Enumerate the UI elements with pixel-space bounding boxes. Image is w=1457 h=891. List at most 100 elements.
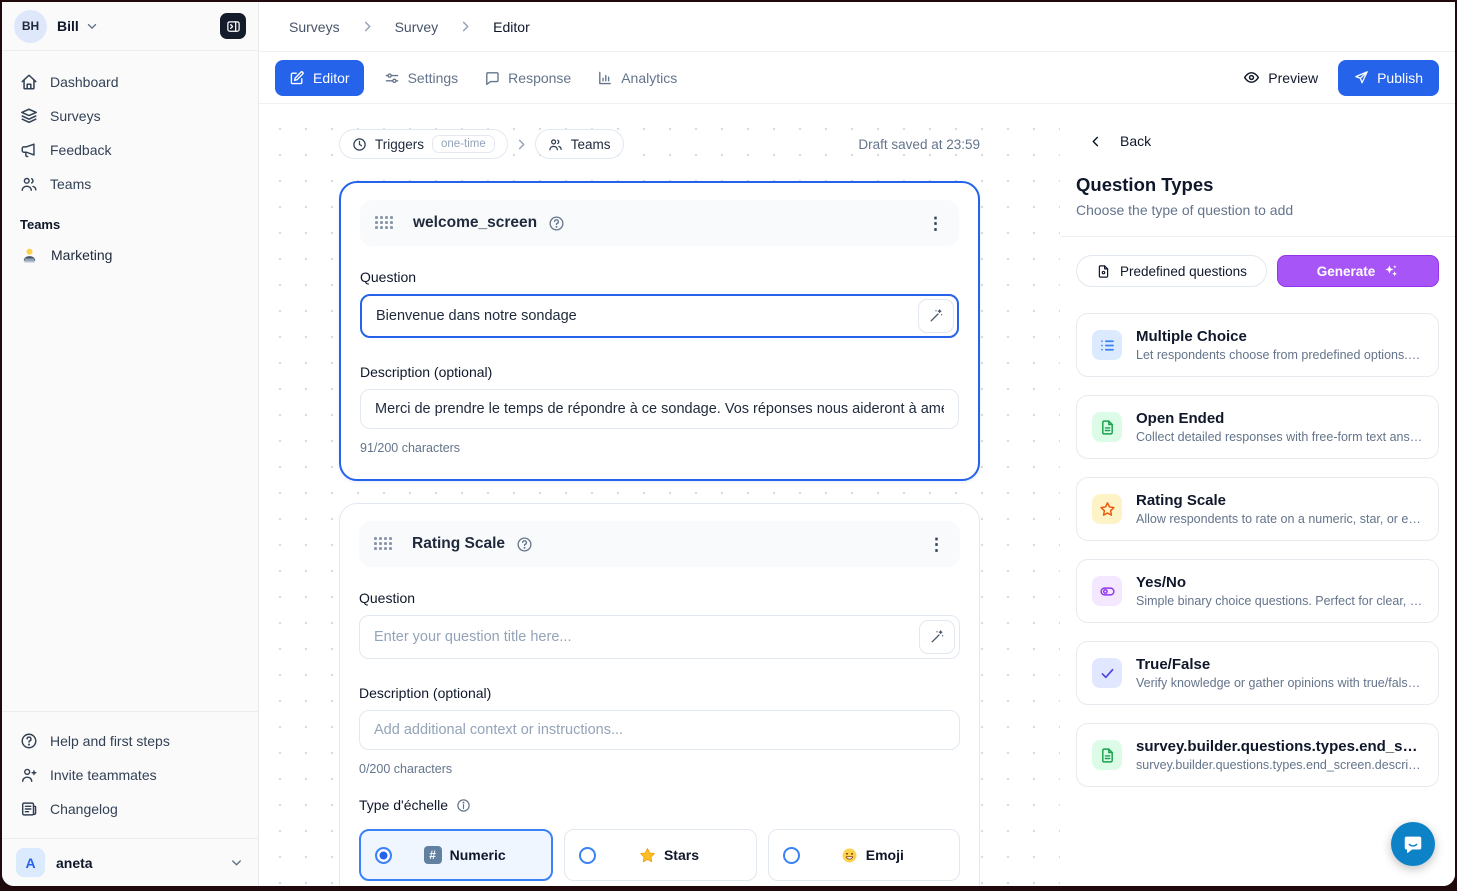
radio-selected[interactable]: [375, 847, 392, 864]
chat-launcher-button[interactable]: [1391, 822, 1435, 866]
char-count: 91/200 characters: [360, 441, 959, 455]
sparkles-icon: [1383, 263, 1399, 279]
scale-option-label: Stars: [664, 847, 699, 863]
panel-actions: Predefined questions Generate: [1076, 255, 1439, 287]
scale-option-numeric[interactable]: # Numeric: [359, 829, 553, 881]
tab-label: Response: [508, 70, 571, 86]
back-button[interactable]: Back: [1088, 133, 1455, 149]
question-type-rating-scale[interactable]: Rating Scale Allow respondents to rate o…: [1076, 477, 1439, 541]
tab-label: Settings: [408, 70, 459, 86]
tab-settings[interactable]: Settings: [384, 70, 459, 86]
tab-response[interactable]: Response: [484, 70, 571, 86]
scale-options: # Numeric: [359, 829, 960, 881]
question-card-welcome-screen[interactable]: welcome_screen ⋮ Question: [339, 181, 980, 481]
sidebar-footer: Help and first steps Invite teammates Ch…: [2, 711, 258, 830]
app-window: BH Bill Dashboard: [2, 2, 1455, 886]
chevron-right-icon: [514, 137, 529, 152]
sidebar-item-teams[interactable]: Teams: [12, 167, 248, 201]
description-input[interactable]: [359, 710, 960, 750]
description-input-wrap: [359, 710, 960, 750]
teams-chip-label: Teams: [571, 137, 611, 152]
sidebar-item-label: Invite teammates: [50, 767, 157, 783]
sidebar-item-help[interactable]: Help and first steps: [12, 724, 248, 758]
drag-handle-icon[interactable]: [375, 216, 394, 230]
publish-label: Publish: [1377, 70, 1423, 86]
account-switcher[interactable]: A aneta: [2, 838, 258, 886]
breadcrumb-editor: Editor: [493, 19, 530, 35]
question-type-title: Rating Scale: [1136, 492, 1423, 509]
info-circle-icon[interactable]: [456, 798, 471, 813]
question-type-multiple-choice[interactable]: Multiple Choice Let respondents choose f…: [1076, 313, 1439, 377]
collapse-sidebar-button[interactable]: [220, 13, 246, 39]
question-input[interactable]: [360, 294, 959, 338]
bar-chart-icon: [597, 70, 613, 86]
tab-analytics[interactable]: Analytics: [597, 70, 677, 86]
magic-wand-icon: [929, 629, 945, 645]
sidebar-item-feedback[interactable]: Feedback: [12, 133, 248, 167]
tab-editor[interactable]: Editor: [275, 60, 364, 96]
question-input[interactable]: [359, 615, 960, 659]
sidebar-item-changelog[interactable]: Changelog: [12, 792, 248, 826]
user-plus-icon: [20, 766, 38, 784]
question-type-list: Multiple Choice Let respondents choose f…: [1076, 313, 1439, 787]
breadcrumb-surveys[interactable]: Surveys: [289, 19, 340, 35]
radio-unselected[interactable]: [783, 847, 800, 864]
eye-icon: [1243, 69, 1260, 86]
workspace-switcher[interactable]: BH Bill: [2, 2, 258, 51]
publish-button[interactable]: Publish: [1338, 60, 1439, 96]
canvas-chips-row: Triggers one-time Teams: [339, 129, 980, 159]
sidebar-item-surveys[interactable]: Surveys: [12, 99, 248, 133]
preview-label: Preview: [1268, 70, 1318, 86]
question-type-end-screen[interactable]: survey.builder.questions.types.end_scr..…: [1076, 723, 1439, 787]
ai-rewrite-button[interactable]: [919, 620, 955, 654]
message-icon: [484, 70, 500, 86]
tab-label: Editor: [313, 70, 350, 86]
kebab-menu-icon[interactable]: ⋮: [928, 536, 945, 553]
teams-chip[interactable]: Teams: [535, 129, 624, 159]
question-help-icon[interactable]: [516, 536, 533, 553]
sidebar-item-label: Surveys: [50, 108, 101, 124]
question-card-rating-scale[interactable]: Rating Scale ⋮ Question: [339, 503, 980, 886]
predefined-questions-button[interactable]: Predefined questions: [1076, 255, 1267, 287]
scale-type-label: Type d'échelle: [359, 797, 448, 813]
scale-option-stars[interactable]: Stars: [564, 829, 756, 881]
question-type-open-ended[interactable]: Open Ended Collect detailed responses wi…: [1076, 395, 1439, 459]
triggers-chip[interactable]: Triggers one-time: [339, 129, 508, 159]
chevron-down-icon: [85, 19, 99, 33]
sidebar-team-marketing[interactable]: Marketing: [2, 238, 258, 272]
question-type-description: Verify knowledge or gather opinions with…: [1136, 676, 1423, 690]
kebab-menu-icon[interactable]: ⋮: [927, 215, 944, 232]
hash-keycap-icon: #: [424, 846, 442, 864]
sidebar-item-label: Dashboard: [50, 74, 119, 90]
sidebar-item-invite[interactable]: Invite teammates: [12, 758, 248, 792]
question-card-title: Rating Scale: [412, 535, 505, 553]
editor-content: Triggers one-time Teams: [259, 104, 1455, 886]
panel-divider: [1060, 236, 1455, 237]
question-type-true-false[interactable]: True/False Verify knowledge or gather op…: [1076, 641, 1439, 705]
description-input[interactable]: [360, 389, 959, 429]
scale-option-emoji[interactable]: Emoji: [768, 829, 960, 881]
question-type-description: Allow respondents to rate on a numeric, …: [1136, 512, 1423, 526]
send-icon: [1354, 70, 1369, 85]
breadcrumb-survey[interactable]: Survey: [395, 19, 439, 35]
generate-button[interactable]: Generate: [1277, 255, 1439, 287]
panel-title: Question Types: [1076, 174, 1439, 196]
question-type-description: Collect detailed responses with free-for…: [1136, 430, 1423, 444]
predefined-questions-label: Predefined questions: [1120, 264, 1247, 279]
question-label: Question: [360, 269, 959, 285]
chat-bubble-icon: [1402, 833, 1424, 855]
scale-option-label: Emoji: [866, 847, 904, 863]
draft-status: Draft saved at 23:59: [858, 137, 980, 152]
file-icon: [1096, 264, 1111, 279]
question-help-icon[interactable]: [548, 215, 565, 232]
sidebar-item-label: Help and first steps: [50, 733, 170, 749]
drag-handle-icon[interactable]: [374, 537, 393, 551]
check-icon: [1092, 658, 1122, 688]
question-type-yes-no[interactable]: Yes/No Simple binary choice questions. P…: [1076, 559, 1439, 623]
ai-rewrite-button[interactable]: [918, 299, 954, 333]
survey-canvas: Triggers one-time Teams: [259, 104, 1060, 886]
preview-button[interactable]: Preview: [1243, 69, 1318, 86]
clock-icon: [352, 137, 367, 152]
sidebar-item-dashboard[interactable]: Dashboard: [12, 65, 248, 99]
radio-unselected[interactable]: [579, 847, 596, 864]
